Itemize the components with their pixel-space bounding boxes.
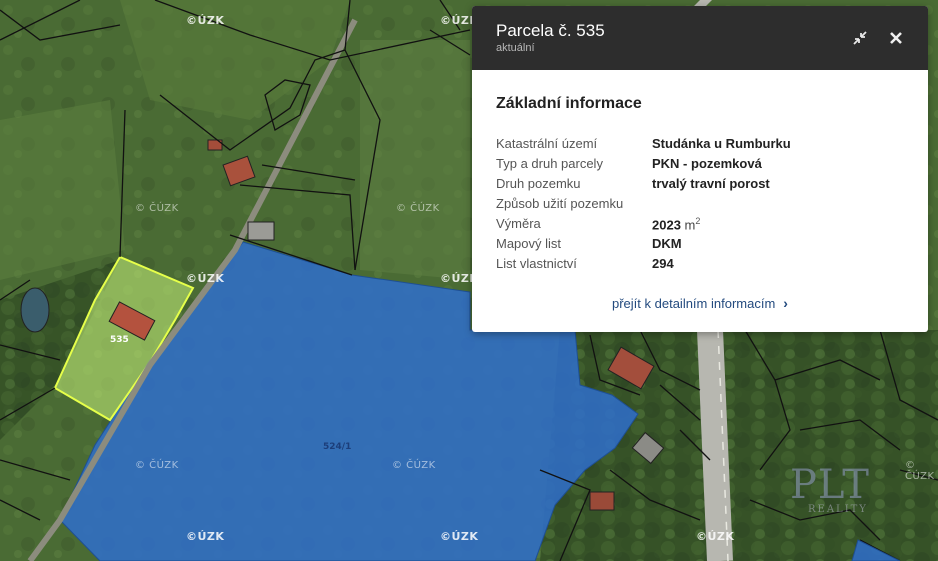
cuzk-watermark: © ČÚZK	[396, 203, 440, 214]
collapse-button[interactable]	[850, 28, 870, 48]
cuzk-watermark: ©ÚZK	[440, 530, 479, 543]
chevron-right-icon: ›	[783, 295, 788, 311]
panel-title: Parcela č. 535	[496, 21, 605, 40]
parcel-label-535: 535	[110, 335, 129, 345]
building	[247, 221, 275, 241]
detail-link-label: přejít k detailním informacím	[612, 296, 776, 311]
cuzk-watermark: ©ÚZK	[696, 530, 735, 543]
area-unit-exponent: 2	[695, 216, 701, 226]
cuzk-watermark: ©ÚZK	[186, 14, 225, 27]
plt-logo: PLT	[790, 462, 870, 508]
cuzk-watermark: ©ÚZK	[186, 530, 225, 543]
parcel-label-524-1: 524/1	[323, 442, 352, 452]
info-value: PKN - pozemková	[652, 156, 762, 171]
panel-header: Parcela č. 535 aktuální	[472, 6, 928, 70]
info-value-area: 2023 m2	[652, 216, 700, 232]
cuzk-watermark: © ČÚZK	[135, 203, 179, 214]
cuzk-watermark: © ČÚZK	[392, 460, 436, 471]
info-row-list-vlastnictvi: List vlastnictví 294	[496, 256, 906, 276]
collapse-arrows-icon	[853, 31, 867, 45]
cuzk-watermark: © ČÚZK	[135, 460, 179, 471]
info-row-druh-pozemku: Druh pozemku trvalý travní porost	[496, 176, 906, 196]
plt-logo-subtitle: REALITY	[808, 504, 868, 515]
highway	[697, 329, 733, 561]
close-icon	[890, 32, 902, 44]
info-label: Druh pozemku	[496, 176, 581, 191]
info-table: Katastrální území Studánka u Rumburku Ty…	[496, 136, 906, 276]
building	[589, 491, 615, 511]
area-value: 2023	[652, 217, 681, 233]
info-label: Katastrální území	[496, 136, 598, 151]
info-value: DKM	[652, 236, 682, 251]
close-button[interactable]	[886, 28, 906, 48]
info-row-vymera: Výměra 2023 m2	[496, 216, 906, 236]
info-row-katastralni-uzemi: Katastrální území Studánka u Rumburku	[496, 136, 906, 156]
cuzk-watermark: © ČÚZK	[905, 460, 935, 482]
info-value: 294	[652, 256, 674, 271]
info-label: Mapový list	[496, 236, 562, 251]
info-row-typ-druh: Typ a druh parcely PKN - pozemková	[496, 156, 906, 176]
meadow-area	[360, 40, 470, 280]
section-title: Základní informace	[496, 95, 642, 112]
info-label: Způsob užití pozemku	[496, 196, 624, 211]
pond	[20, 287, 50, 333]
info-label: Výměra	[496, 216, 541, 231]
panel-subtitle: aktuální	[496, 42, 535, 54]
parcel-info-panel: Parcela č. 535 aktuální Základní informa…	[472, 6, 928, 332]
info-value: trvalý travní porost	[652, 176, 770, 191]
meadow-area	[0, 100, 125, 280]
info-value: Studánka u Rumburku	[652, 136, 791, 151]
info-row-mapovy-list: Mapový list DKM	[496, 236, 906, 256]
info-label: Typ a druh parcely	[496, 156, 603, 171]
info-label: List vlastnictví	[496, 256, 577, 271]
area-unit: m	[684, 217, 696, 233]
cuzk-watermark: ©ÚZK	[186, 272, 225, 285]
info-row-zpusob-uziti: Způsob užití pozemku	[496, 196, 906, 216]
detail-info-link[interactable]: přejít k detailním informacím ›	[612, 295, 788, 311]
